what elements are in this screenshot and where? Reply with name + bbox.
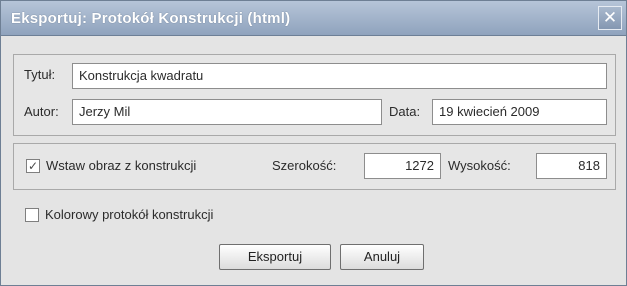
title-field[interactable]: Konstrukcja kwadratu <box>72 63 607 89</box>
width-label: Szerokość: <box>272 158 337 173</box>
check-icon: ✓ <box>27 159 39 173</box>
cancel-button[interactable]: Anuluj <box>340 244 424 270</box>
title-bar[interactable]: Eksportuj: Protokół Konstrukcji (html) ✕ <box>1 1 626 36</box>
insert-image-checkbox[interactable]: ✓ <box>26 159 40 173</box>
metadata-panel: Tytuł: Konstrukcja kwadratu Autor: Jerzy… <box>13 54 616 136</box>
date-label: Data: <box>389 104 421 119</box>
export-dialog: Eksportuj: Protokół Konstrukcji (html) ✕… <box>0 0 627 286</box>
insert-image-label[interactable]: Wstaw obraz z konstrukcji <box>46 158 196 173</box>
export-button[interactable]: Eksportuj <box>219 244 331 270</box>
title-label: Tytuł: <box>24 67 56 82</box>
height-label: Wysokość: <box>448 158 511 173</box>
date-field[interactable]: 19 kwiecień 2009 <box>432 99 607 125</box>
window-title: Eksportuj: Protokół Konstrukcji (html) <box>11 10 291 27</box>
author-field[interactable]: Jerzy Mil <box>72 99 382 125</box>
image-options-panel: ✓ Wstaw obraz z konstrukcji Szerokość: 1… <box>13 143 616 190</box>
export-button-label: Eksportuj <box>247 249 303 264</box>
close-icon: ✕ <box>602 8 618 27</box>
close-button[interactable]: ✕ <box>598 6 622 30</box>
cancel-button-label: Anuluj <box>363 249 401 264</box>
color-protocol-label[interactable]: Kolorowy protokół konstrukcji <box>45 207 213 222</box>
width-field[interactable]: 1272 <box>364 153 441 179</box>
author-label: Autor: <box>24 104 59 119</box>
color-protocol-checkbox[interactable] <box>25 208 39 222</box>
height-field[interactable]: 818 <box>536 153 607 179</box>
